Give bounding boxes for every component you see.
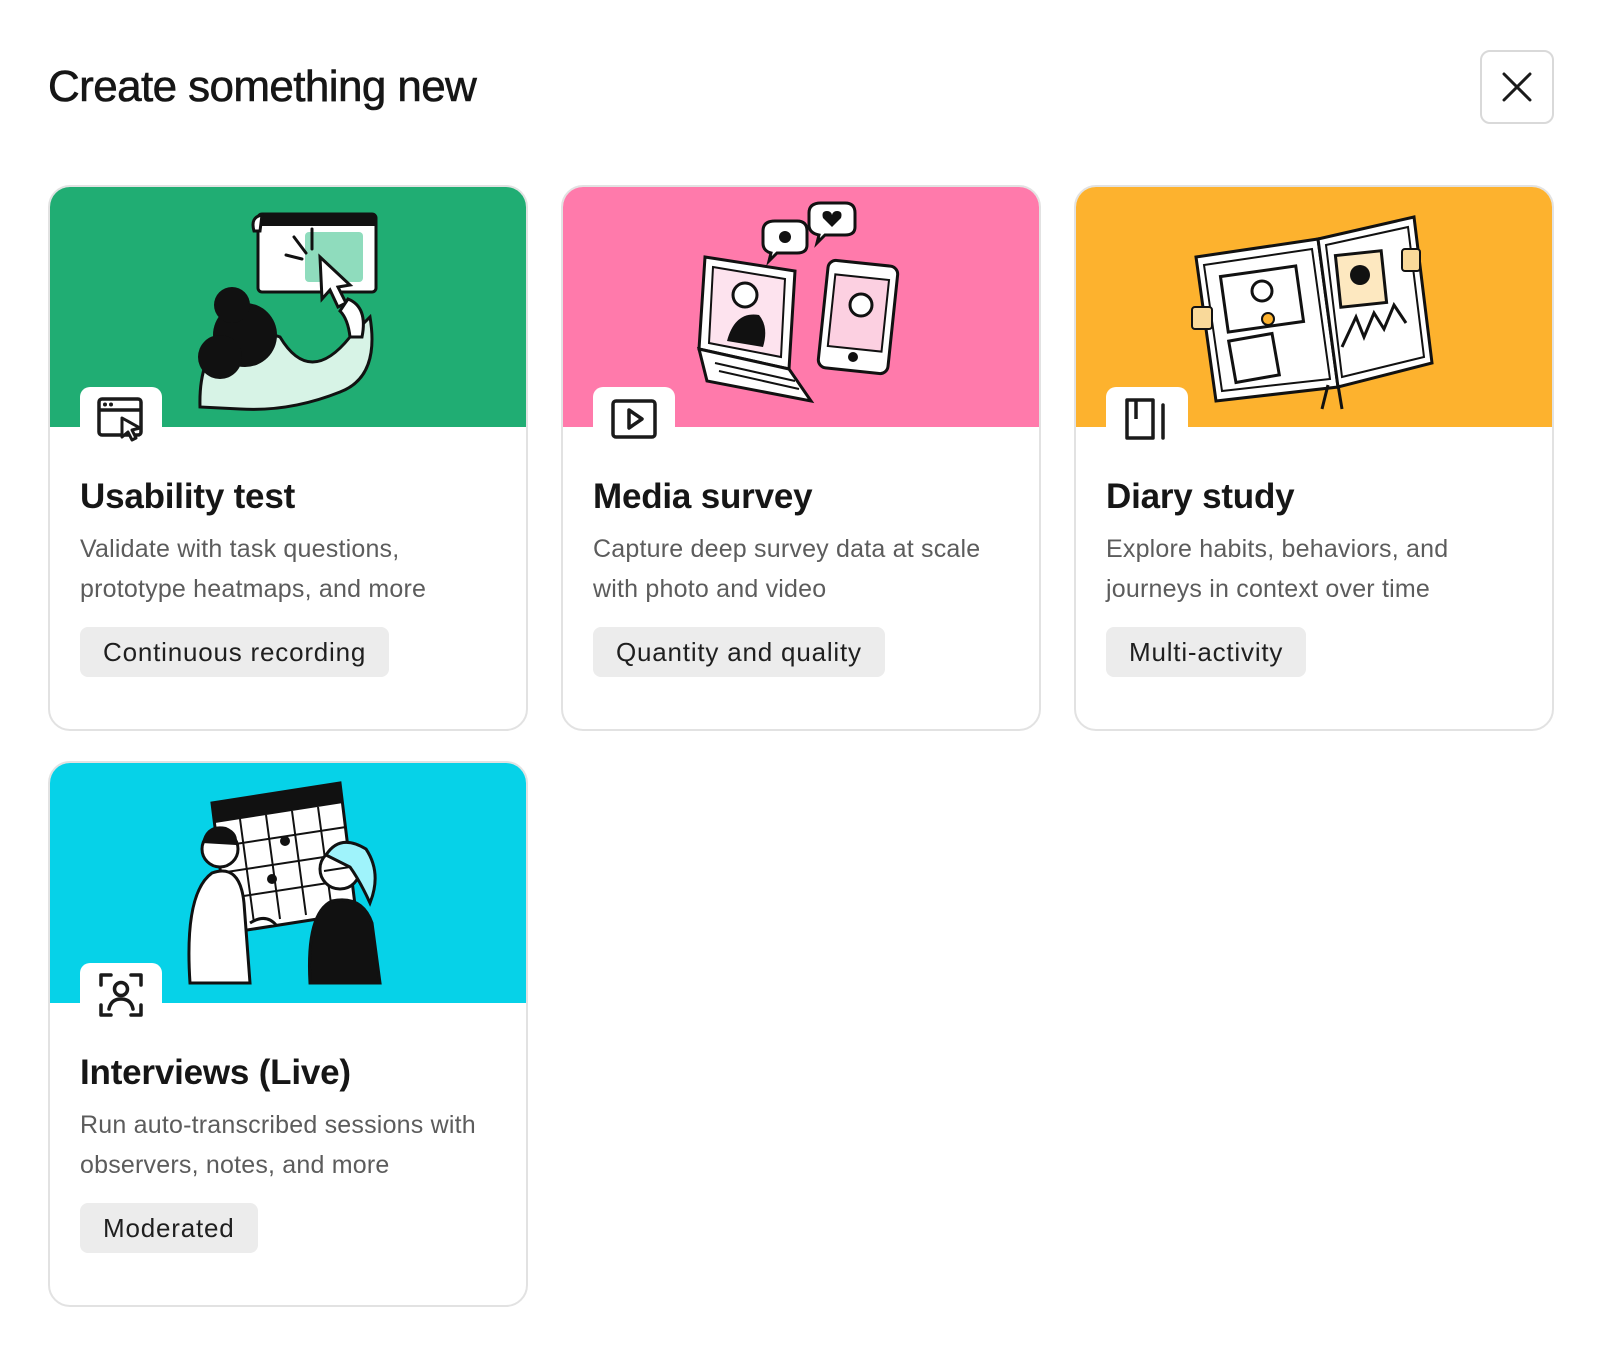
card-description: Run auto-transcribed sessions with obser… xyxy=(80,1111,476,1179)
card-title: Interviews (Live) xyxy=(80,1053,351,1092)
card-tag: Multi-activity xyxy=(1106,627,1307,677)
close-icon xyxy=(1502,72,1532,102)
icon-tab xyxy=(593,387,675,455)
play-video-icon xyxy=(611,399,657,439)
card-media-survey[interactable]: Media survey Capture deep survey data at… xyxy=(561,185,1041,731)
create-dialog: Create something new Usability test Vali… xyxy=(0,0,1600,1351)
close-button[interactable] xyxy=(1480,50,1554,124)
card-interviews-live[interactable]: Interviews (Live) Run auto-transcribed s… xyxy=(48,761,528,1307)
card-title: Usability test xyxy=(80,477,296,516)
card-description: Capture deep survey data at scale with p… xyxy=(593,535,981,603)
icon-tab xyxy=(1106,387,1188,455)
icon-tab xyxy=(80,387,162,455)
card-tag: Continuous recording xyxy=(80,627,390,677)
card-diary-study[interactable]: Diary study Explore habits, behaviors, a… xyxy=(1074,185,1554,731)
card-title: Diary study xyxy=(1106,477,1295,516)
card-usability-test[interactable]: Usability test Validate with task questi… xyxy=(48,185,528,731)
person-scan-icon xyxy=(99,973,143,1017)
card-description: Validate with task questions, prototype … xyxy=(80,535,427,603)
card-description: Explore habits, behaviors, and journeys … xyxy=(1106,535,1449,603)
notebook-icon xyxy=(1125,398,1165,440)
card-title: Media survey xyxy=(593,477,813,516)
card-tag: Moderated xyxy=(80,1203,258,1253)
card-tag: Quantity and quality xyxy=(593,627,885,677)
browser-cursor-icon xyxy=(97,397,143,442)
dialog-title: Create something new xyxy=(48,62,477,112)
icon-tab xyxy=(80,963,162,1031)
